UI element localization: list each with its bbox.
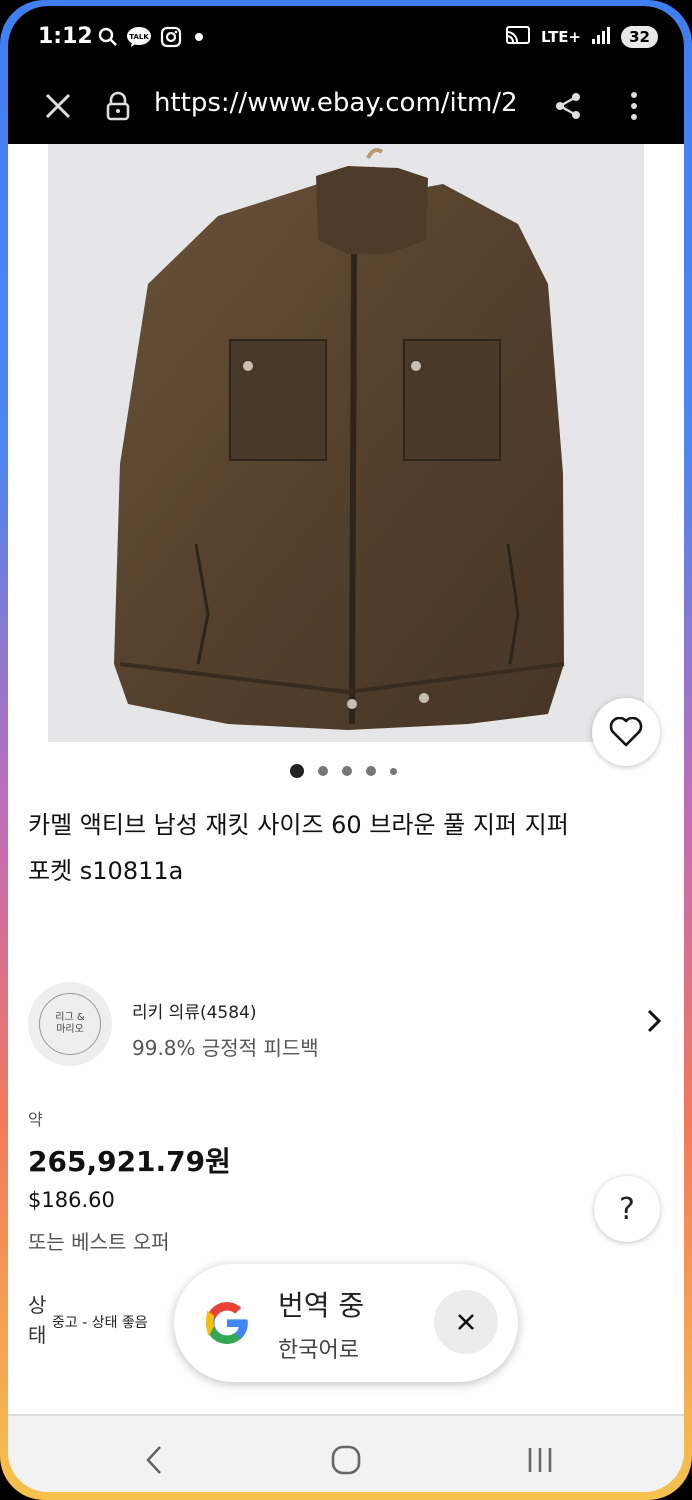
carousel-dot[interactable]: [342, 766, 352, 776]
more-vert-icon[interactable]: [614, 86, 654, 126]
share-icon[interactable]: [548, 86, 588, 126]
search-icon: [98, 26, 118, 48]
seller-avatar: 리그 & 마리오: [28, 982, 112, 1066]
favorite-button[interactable]: [592, 698, 660, 766]
seller-name: 리키 의류(4584): [132, 1003, 257, 1023]
network-type: LTE+: [541, 28, 582, 46]
signal-icon: [591, 25, 611, 49]
condition-value: 중고 - 상태 좋음: [52, 1315, 148, 1331]
back-icon[interactable]: [130, 1440, 178, 1480]
carousel-dot[interactable]: [290, 764, 304, 778]
recents-icon[interactable]: [516, 1440, 564, 1480]
carousel-dot[interactable]: [390, 767, 397, 775]
condition-label: 상태: [28, 1293, 47, 1347]
close-icon[interactable]: [38, 86, 78, 126]
google-icon: [206, 1302, 248, 1344]
battery-indicator: 32: [621, 26, 658, 48]
phone-frame: 1:12 TALK LTE+ 32 https://www.ebay.com/i…: [0, 0, 692, 1500]
status-time: 1:12: [38, 24, 93, 49]
translate-close-button[interactable]: [434, 1290, 498, 1354]
cast-icon: [505, 24, 531, 50]
carousel-dot[interactable]: [366, 766, 376, 776]
home-icon[interactable]: [322, 1440, 370, 1480]
jacket-illustration: [114, 148, 565, 730]
seller-logo-line2: 마리오: [56, 1024, 84, 1035]
price-prefix: 약: [28, 1110, 43, 1129]
status-bar: 1:12 TALK LTE+ 32: [8, 6, 684, 66]
seller-card[interactable]: 리그 & 마리오 리키 의류(4584) 99.8% 긍정적 피드백: [28, 974, 668, 1066]
url-field[interactable]: https://www.ebay.com/itm/2: [154, 88, 534, 118]
heart-icon: [609, 717, 643, 747]
close-icon: [458, 1314, 474, 1330]
price-usd: $186.60: [28, 1188, 115, 1212]
image-carousel-dots: [290, 764, 397, 778]
translate-popup[interactable]: 번역 중 한국어로: [174, 1264, 518, 1382]
product-image[interactable]: [48, 144, 644, 742]
screen: 1:12 TALK LTE+ 32 https://www.ebay.com/i…: [8, 6, 684, 1492]
help-button[interactable]: ?: [594, 1176, 660, 1242]
translate-title: 번역 중: [278, 1289, 365, 1322]
best-offer-label: 또는 베스트 오퍼: [28, 1230, 170, 1254]
question-icon: ?: [619, 1191, 635, 1227]
listing-title: 카멜 액티브 남성 재킷 사이즈 60 브라운 풀 지퍼 지퍼 포켓 s1081…: [28, 811, 569, 885]
status-right: LTE+ 32: [505, 24, 658, 50]
carousel-dot[interactable]: [318, 766, 328, 776]
talk-icon: TALK: [126, 26, 152, 48]
lock-icon[interactable]: [98, 86, 138, 126]
system-nav-bar: [8, 1416, 684, 1492]
browser-url-bar: https://www.ebay.com/itm/2: [8, 66, 684, 144]
seller-feedback: 99.8% 긍정적 피드백: [132, 1036, 319, 1060]
instagram-icon: [160, 26, 182, 48]
chevron-right-icon[interactable]: [646, 1008, 662, 1038]
dot-icon: [194, 26, 204, 48]
seller-logo-line1: 리그 &: [55, 1012, 85, 1023]
price-krw: 265,921.79원: [28, 1145, 231, 1178]
svg-text:TALK: TALK: [129, 33, 149, 41]
translate-language: 한국어로: [278, 1338, 359, 1363]
seller-logo: 리그 & 마리오: [39, 993, 101, 1055]
